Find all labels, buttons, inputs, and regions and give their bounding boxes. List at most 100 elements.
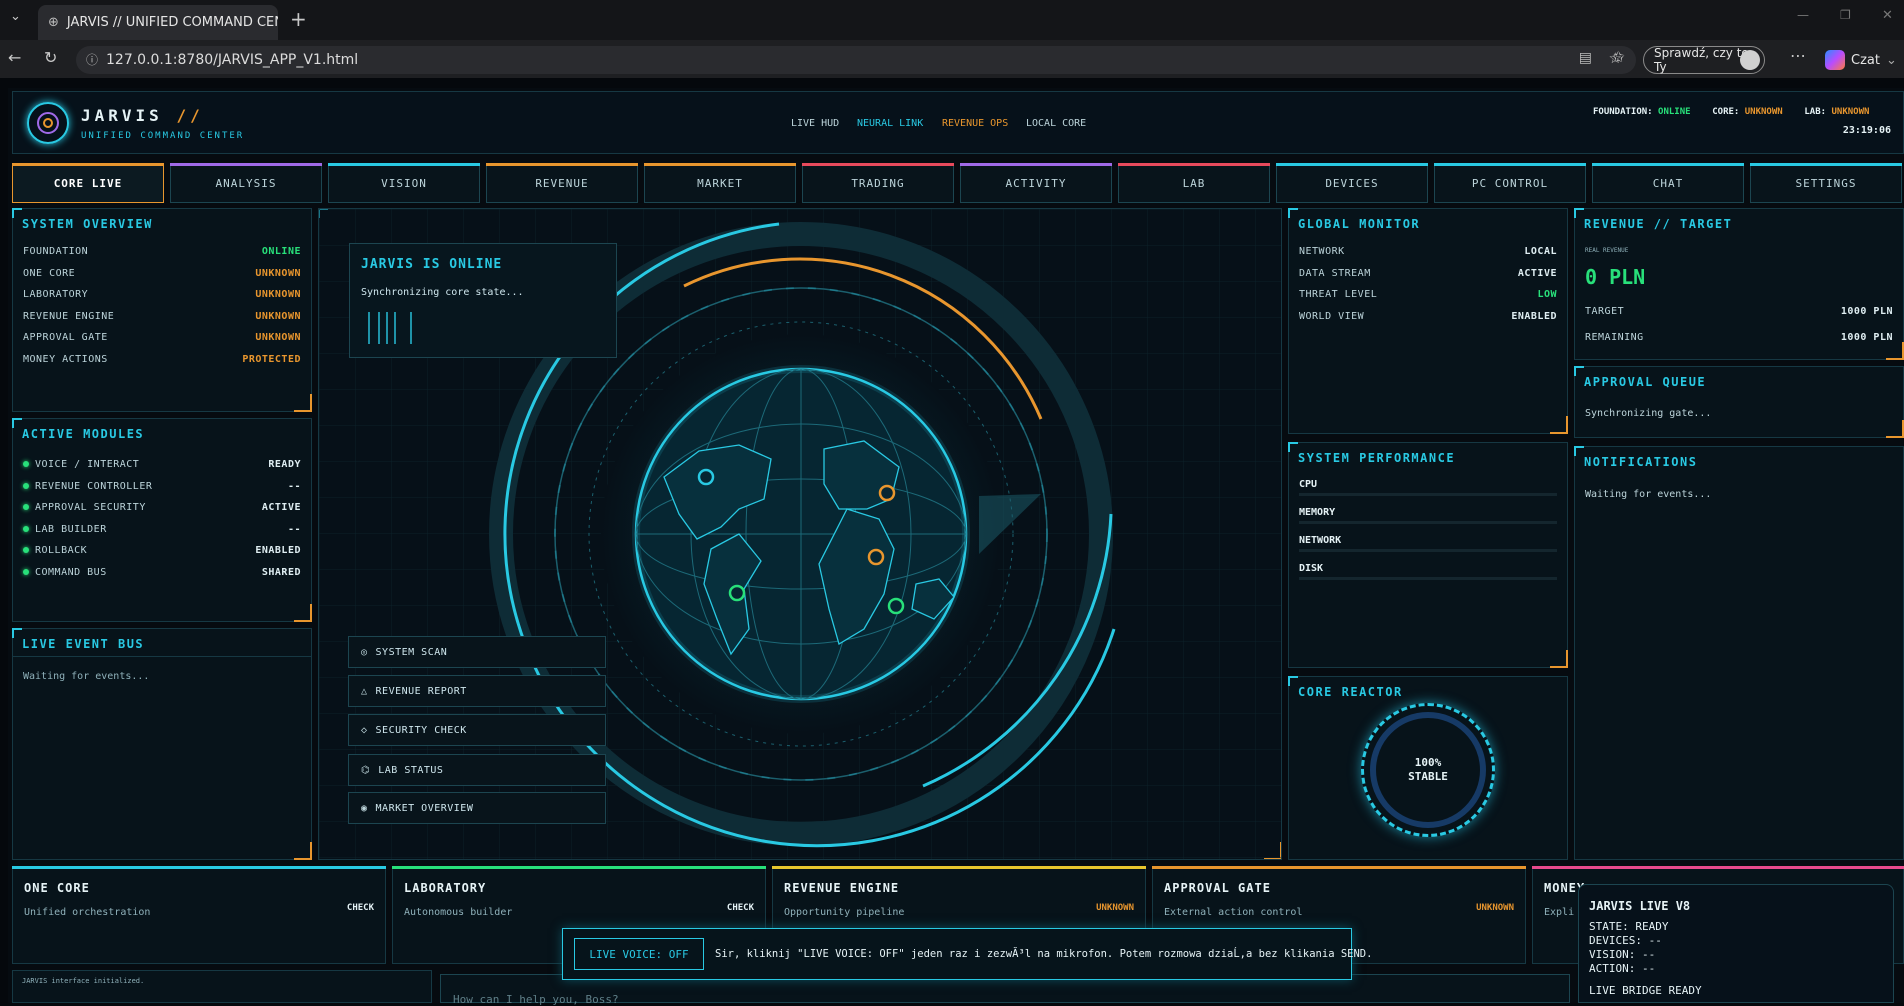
- nav-revenue-ops[interactable]: REVENUE OPS: [942, 118, 1008, 129]
- row-label: LABORATORY: [23, 289, 88, 300]
- new-tab-icon[interactable]: +: [290, 7, 307, 31]
- tab-label: TRADING: [851, 176, 905, 190]
- row-value: ACTIVE: [261, 502, 301, 513]
- card-accent: [1152, 866, 1526, 869]
- card-action[interactable]: CHECK: [347, 903, 374, 913]
- reload-icon[interactable]: ↻: [44, 48, 57, 67]
- perf-label: MEMORY: [1299, 507, 1336, 518]
- tab-core-live[interactable]: CORE LIVE: [12, 163, 164, 203]
- copilot-button[interactable]: Czat ⌄: [1825, 50, 1897, 70]
- perf-bar: [1299, 549, 1557, 552]
- address-bar[interactable]: ⓘ 127.0.0.1:8780/JARVIS_APP_V1.html ▤ ☆: [76, 46, 1636, 74]
- row-label: ONE CORE: [23, 268, 75, 279]
- row-value: ENABLED: [1511, 310, 1557, 322]
- core-value: UNKNOWN: [1744, 107, 1783, 117]
- tab-vision[interactable]: VISION: [328, 163, 480, 203]
- restore-icon[interactable]: ❐: [1840, 8, 1851, 22]
- signal-bars-icon: [368, 312, 413, 344]
- row-label-text: NETWORK: [1299, 246, 1345, 257]
- card-accent: [12, 866, 386, 869]
- row-label-text: REVENUE CONTROLLER: [35, 480, 153, 492]
- action-icon: △: [361, 685, 368, 697]
- action-market-overview[interactable]: ◉ MARKET OVERVIEW: [348, 792, 606, 824]
- tab-analysis[interactable]: ANALYSIS: [170, 163, 322, 203]
- tab-accent: [960, 163, 1112, 166]
- tab-trading[interactable]: TRADING: [802, 163, 954, 203]
- tab-revenue[interactable]: REVENUE: [486, 163, 638, 203]
- tab-accent: [802, 163, 954, 166]
- card-action[interactable]: UNKNOWN: [1476, 903, 1514, 913]
- row-label-text: ONE CORE: [23, 267, 76, 279]
- foundation-value: ONLINE: [1658, 107, 1691, 117]
- card-subtitle: Expli: [1544, 907, 1575, 918]
- action-system-scan[interactable]: ◎ SYSTEM SCAN: [348, 636, 606, 668]
- live-action: ACTION: --: [1589, 962, 1656, 975]
- close-window-icon[interactable]: ✕: [1882, 8, 1893, 23]
- nav-live-hud[interactable]: LIVE HUD: [791, 118, 839, 129]
- status-title: JARVIS IS ONLINE: [361, 257, 503, 272]
- tab-accent: [486, 163, 638, 166]
- live-panel-title: JARVIS LIVE V8: [1589, 899, 1691, 913]
- action-label: MARKET OVERVIEW: [375, 802, 474, 814]
- site-info-icon[interactable]: ⓘ: [86, 51, 98, 68]
- row-label: COMMAND BUS: [23, 567, 107, 578]
- tab-accent: [170, 163, 322, 166]
- system-overview-title: SYSTEM OVERVIEW: [22, 217, 153, 231]
- action-icon: ◎: [361, 646, 368, 658]
- tab-search-chevron-icon[interactable]: ⌄: [10, 9, 21, 24]
- status-dot-icon: [23, 504, 29, 510]
- nav-neural-link[interactable]: NEURAL LINK: [857, 118, 923, 129]
- tab-activity[interactable]: ACTIVITY: [960, 163, 1112, 203]
- row-label: REVENUE CONTROLLER: [23, 481, 152, 492]
- tab-chat[interactable]: CHAT: [1592, 163, 1744, 203]
- live-voice-message: Sir, kliknij "LIVE VOICE: OFF" jeden raz…: [715, 948, 1373, 960]
- row-label: APPROVAL GATE: [23, 332, 108, 343]
- copilot-label: Czat: [1851, 52, 1880, 68]
- reactor-state: STABLE: [1408, 770, 1448, 783]
- profile-check-button[interactable]: Sprawdź, czy to Ty: [1643, 46, 1765, 74]
- reader-mode-icon[interactable]: ▤: [1579, 50, 1592, 66]
- action-revenue-report[interactable]: △ REVENUE REPORT: [348, 675, 606, 707]
- tab-accent: [1434, 163, 1586, 166]
- row-label-text: WORLD VIEW: [1299, 310, 1365, 322]
- chat-placeholder: How can I help you, Boss?: [453, 993, 619, 1006]
- row-label-text: VOICE / INTERACT: [35, 459, 140, 470]
- status-row: NETWORK LOCAL: [1299, 246, 1557, 257]
- card-one-core[interactable]: ONE CORE Unified orchestration CHECK: [12, 866, 386, 964]
- minimize-icon[interactable]: —: [1797, 8, 1809, 22]
- live-voice-toggle[interactable]: LIVE VOICE: OFF: [574, 938, 704, 970]
- browser-chrome: ⌄ ⊕ JARVIS // UNIFIED COMMAND CEN ✕ + — …: [0, 0, 1904, 78]
- status-dot-icon: [23, 482, 29, 489]
- action-lab-status[interactable]: ⌬ LAB STATUS: [348, 754, 606, 786]
- tab-pc-control[interactable]: PC CONTROL: [1434, 163, 1586, 203]
- nav-local-core[interactable]: LOCAL CORE: [1026, 118, 1086, 129]
- row-value: LOW: [1537, 289, 1557, 300]
- favorites-icon[interactable]: ✩: [1612, 48, 1625, 66]
- more-menu-icon[interactable]: ⋯: [1790, 46, 1806, 65]
- action-security-check[interactable]: ◇ SECURITY CHECK: [348, 714, 606, 746]
- tab-strip: [0, 0, 1904, 40]
- card-action[interactable]: CHECK: [727, 903, 754, 913]
- card-action[interactable]: UNKNOWN: [1096, 903, 1134, 913]
- card-title: APPROVAL GATE: [1164, 881, 1271, 895]
- reactor-value: 100%: [1414, 756, 1442, 769]
- status-row: APPROVAL GATE UNKNOWN: [23, 332, 301, 343]
- revenue-target-panel: REVENUE // TARGET REAL REVENUE 0 PLN TAR…: [1574, 208, 1904, 360]
- browser-tab[interactable]: ⊕ JARVIS // UNIFIED COMMAND CEN ✕: [38, 5, 278, 40]
- system-overview-panel: SYSTEM OVERVIEW FOUNDATION ONLINE ONE CORE…: [12, 208, 312, 412]
- action-icon: ◇: [361, 724, 368, 736]
- back-icon[interactable]: ←: [8, 48, 21, 67]
- status-row: WORLD VIEW ENABLED: [1299, 311, 1557, 322]
- tab-label: DEVICES: [1325, 176, 1379, 190]
- live-event-bus-panel: LIVE EVENT BUS Waiting for events...: [12, 628, 312, 860]
- tab-lab[interactable]: LAB: [1118, 163, 1270, 203]
- action-icon: ⌬: [361, 764, 371, 776]
- tab-market[interactable]: MARKET: [644, 163, 796, 203]
- tab-devices[interactable]: DEVICES: [1276, 163, 1428, 203]
- approval-queue-panel: APPROVAL QUEUE Synchronizing gate...: [1574, 366, 1904, 438]
- tab-label: SETTINGS: [1795, 176, 1857, 190]
- tab-accent: [1276, 163, 1428, 166]
- tab-settings[interactable]: SETTINGS: [1750, 163, 1902, 203]
- row-value: UNKNOWN: [255, 310, 301, 322]
- row-label-text: APPROVAL GATE: [23, 332, 108, 343]
